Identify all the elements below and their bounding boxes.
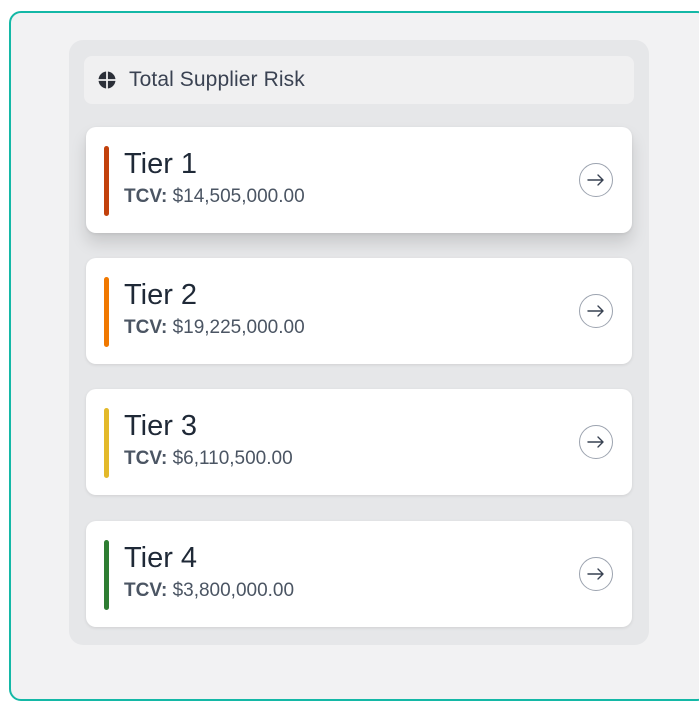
- tier-card-2[interactable]: Tier 2 TCV: $19,225,000.00: [86, 258, 632, 364]
- tier-color-bar: [104, 146, 109, 216]
- arrow-right-icon: [587, 568, 604, 580]
- tier-tcv: TCV: $3,800,000.00: [124, 581, 294, 600]
- arrow-right-button[interactable]: [579, 294, 613, 328]
- tcv-value: $19,225,000.00: [172, 317, 305, 338]
- arrow-right-icon: [587, 436, 604, 448]
- tier-color-bar: [104, 277, 109, 347]
- tier-card-1[interactable]: Tier 1 TCV: $14,505,000.00: [86, 127, 632, 233]
- arrow-right-icon: [587, 174, 604, 186]
- tier-color-bar: [104, 540, 109, 610]
- arrow-right-icon: [587, 305, 604, 317]
- arrow-right-button[interactable]: [579, 425, 613, 459]
- arrow-right-button[interactable]: [579, 557, 613, 591]
- tier-label: Tier 3: [124, 410, 198, 442]
- tier-label: Tier 2: [124, 279, 198, 311]
- globe-icon: [98, 71, 116, 89]
- tier-label: Tier 4: [124, 542, 198, 574]
- tier-card-4[interactable]: Tier 4 TCV: $3,800,000.00: [86, 521, 632, 627]
- tcv-label: TCV:: [124, 580, 168, 601]
- tcv-value: $3,800,000.00: [172, 580, 295, 601]
- tier-tcv: TCV: $6,110,500.00: [124, 449, 293, 468]
- arrow-right-button[interactable]: [579, 163, 613, 197]
- panel-header: Total Supplier Risk: [84, 56, 634, 104]
- panel-title: Total Supplier Risk: [129, 68, 305, 91]
- tcv-label: TCV:: [124, 448, 168, 469]
- tier-color-bar: [104, 408, 109, 478]
- tier-label: Tier 1: [124, 148, 198, 180]
- tcv-value: $6,110,500.00: [172, 448, 293, 469]
- tier-card-3[interactable]: Tier 3 TCV: $6,110,500.00: [86, 389, 632, 495]
- tier-tcv: TCV: $14,505,000.00: [124, 187, 305, 206]
- tcv-label: TCV:: [124, 186, 168, 207]
- tcv-value: $14,505,000.00: [172, 186, 305, 207]
- tier-tcv: TCV: $19,225,000.00: [124, 318, 305, 337]
- tcv-label: TCV:: [124, 317, 168, 338]
